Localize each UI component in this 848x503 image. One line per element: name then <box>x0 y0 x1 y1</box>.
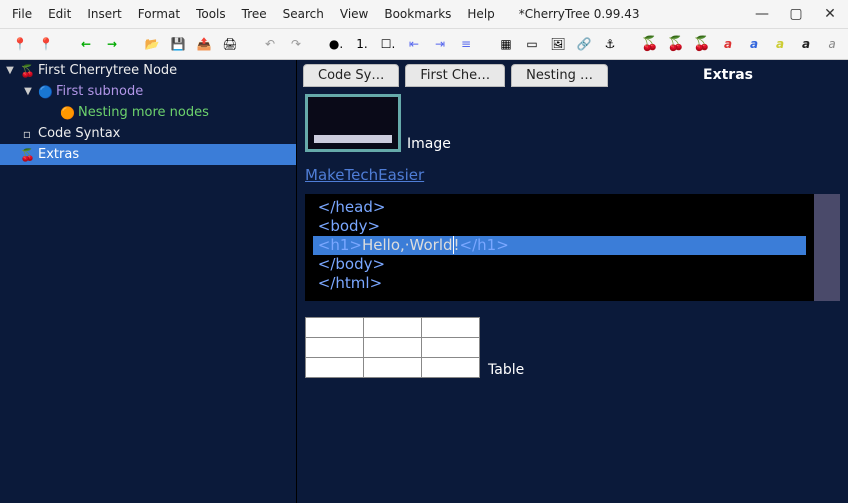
pin-green-icon[interactable]: 📍 <box>34 32 58 56</box>
indent-icon[interactable]: ⇥ <box>428 32 452 56</box>
outdent-icon[interactable]: ⇤ <box>402 32 426 56</box>
cherry-icon: 🍒 <box>20 64 34 78</box>
tab-code-syntax[interactable]: Code Sy… <box>303 64 399 87</box>
insert-link-icon[interactable]: 🔗 <box>572 32 596 56</box>
undo-button[interactable]: ↶ <box>258 32 282 56</box>
web-link[interactable]: MakeTechEasier <box>305 166 424 184</box>
menu-tools[interactable]: Tools <box>188 3 234 25</box>
close-button[interactable]: ✕ <box>816 6 844 22</box>
menu-format[interactable]: Format <box>130 3 188 25</box>
menu-edit[interactable]: Edit <box>40 3 79 25</box>
print-button[interactable]: 🖨 <box>218 32 242 56</box>
ordered-list-icon[interactable]: 1. <box>350 32 374 56</box>
content-pane: Code Sy… First Che… Nesting … Extras Ima… <box>297 60 848 503</box>
node-tree[interactable]: ▼ 🍒 First Cherrytree Node ▼ 🔵 First subn… <box>0 60 297 503</box>
cherry-red-icon[interactable]: 🍒 <box>638 32 662 56</box>
forward-button[interactable]: → <box>100 32 124 56</box>
minimize-button[interactable]: — <box>748 6 776 22</box>
tree-node-label: First subnode <box>56 84 143 99</box>
tab-nesting[interactable]: Nesting … <box>511 64 608 87</box>
format-a-red-icon[interactable]: a <box>716 32 740 56</box>
export-button[interactable]: 📤 <box>192 32 216 56</box>
tree-node-label: Extras <box>38 147 79 162</box>
pin-red-icon[interactable]: 📍 <box>8 32 32 56</box>
code-line-selected: <h1>Hello,·World!</h1> <box>313 236 806 255</box>
expander-icon[interactable]: ▼ <box>22 86 34 97</box>
editor-body[interactable]: Image MakeTechEasier </head> <body> <h1>… <box>297 90 848 503</box>
tree-node[interactable]: ▫ Code Syntax <box>0 123 296 144</box>
image-label: Image <box>407 136 451 152</box>
window-title: *CherryTree 0.99.43 <box>519 7 640 21</box>
insert-anchor-icon[interactable]: ⚓ <box>598 32 622 56</box>
cherry-blue-icon[interactable]: 🍒 <box>690 32 714 56</box>
menu-help[interactable]: Help <box>459 3 502 25</box>
tab-bar: Code Sy… First Che… Nesting … Extras <box>297 60 848 90</box>
code-icon: ▫ <box>20 127 34 141</box>
tree-node-label: First Cherrytree Node <box>38 63 177 78</box>
table-row-container: Table <box>305 317 840 378</box>
format-a-black-icon[interactable]: a <box>794 32 818 56</box>
menu-tree[interactable]: Tree <box>234 3 275 25</box>
back-button[interactable]: ← <box>74 32 98 56</box>
link-row: MakeTechEasier <box>305 166 840 184</box>
save-button[interactable]: 💾 <box>166 32 190 56</box>
tree-node[interactable]: ▼ 🍒 First Cherrytree Node <box>0 60 296 81</box>
format-a-gray-icon[interactable]: a <box>820 32 844 56</box>
format-a-yellow-icon[interactable]: a <box>768 32 792 56</box>
tree-node[interactable]: 🟠 Nesting more nodes <box>0 102 296 123</box>
bullet-list-icon[interactable]: ●. <box>324 32 348 56</box>
tab-first-cherry[interactable]: First Che… <box>405 64 505 87</box>
maximize-button[interactable]: ▢ <box>782 6 810 22</box>
code-line: <body> <box>313 217 806 236</box>
menu-file[interactable]: File <box>4 3 40 25</box>
tree-node-label: Nesting more nodes <box>78 105 209 120</box>
sphere-icon: 🟠 <box>60 106 74 120</box>
checkbox-list-icon[interactable]: ☐. <box>376 32 400 56</box>
menu-view[interactable]: View <box>332 3 376 25</box>
menu-bookmarks[interactable]: Bookmarks <box>376 3 459 25</box>
open-button[interactable]: 📂 <box>140 32 164 56</box>
menu-search[interactable]: Search <box>275 3 332 25</box>
insert-codebox-icon[interactable]: ▭ <box>520 32 544 56</box>
tree-node[interactable]: 🍒 Extras <box>0 144 296 165</box>
code-line: </body> <box>313 255 806 274</box>
code-line: </head> <box>313 198 806 217</box>
insert-table-icon[interactable]: ▦ <box>494 32 518 56</box>
active-node-title: Extras <box>614 67 842 83</box>
tree-node-label: Code Syntax <box>38 126 120 141</box>
justify-icon[interactable]: ≡ <box>454 32 478 56</box>
menu-bar: File Edit Insert Format Tools Tree Searc… <box>0 0 848 28</box>
code-line: </html> <box>313 274 806 293</box>
code-box[interactable]: </head> <body> <h1>Hello,·World!</h1> </… <box>305 194 840 301</box>
cherry-icon: 🍒 <box>20 148 34 162</box>
redo-button[interactable]: ↷ <box>284 32 308 56</box>
expander-icon[interactable]: ▼ <box>4 65 16 76</box>
tree-node[interactable]: ▼ 🔵 First subnode <box>0 81 296 102</box>
menu-insert[interactable]: Insert <box>79 3 129 25</box>
cherry-green-icon[interactable]: 🍒 <box>664 32 688 56</box>
embedded-table[interactable] <box>305 317 480 378</box>
embedded-image[interactable] <box>305 94 401 152</box>
toolbar: 📍 📍 ← → 📂 💾 📤 🖨 ↶ ↷ ●. 1. ☐. ⇤ ⇥ ≡ ▦ ▭ 🖼… <box>0 28 848 60</box>
main-area: ▼ 🍒 First Cherrytree Node ▼ 🔵 First subn… <box>0 60 848 503</box>
format-a-blue-icon[interactable]: a <box>742 32 766 56</box>
insert-image-icon[interactable]: 🖼 <box>546 32 570 56</box>
sphere-icon: 🔵 <box>38 85 52 99</box>
table-label: Table <box>488 362 524 378</box>
image-row: Image <box>305 94 840 152</box>
